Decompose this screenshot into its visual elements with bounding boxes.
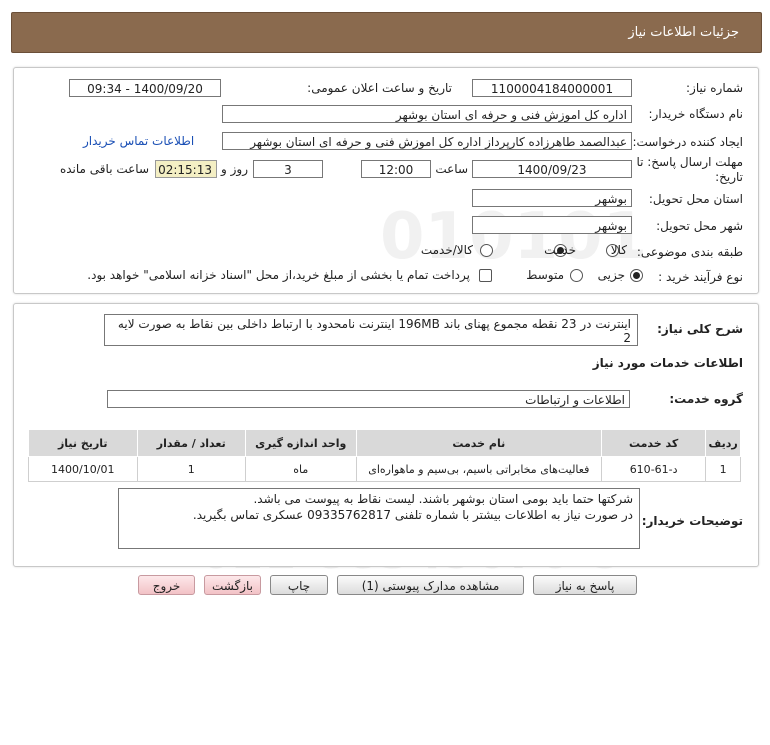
need-number-label: شماره نیاز: <box>686 81 743 95</box>
treasury-payment-checkbox[interactable] <box>479 269 492 282</box>
deadline-time-field: 12:00 <box>361 160 431 178</box>
reply-button[interactable]: پاسخ به نیاز <box>533 575 637 595</box>
row-unit: ماه <box>245 456 357 482</box>
remaining-time-label: ساعت باقی مانده <box>59 162 149 176</box>
general-desc-field: اینترنت در 23 نقطه مجموع پهنای باند 196M… <box>104 314 638 346</box>
creator-label: ایجاد کننده درخواست: <box>632 135 743 149</box>
buyer-label: نام دستگاه خریدار: <box>648 107 744 121</box>
buyer-field: اداره کل اموزش فنی و حرفه ای استان بوشهر <box>222 105 632 123</box>
table-row: 1 د-61-610 فعالیت‌های مخابراتی باسیم، بی… <box>28 456 741 482</box>
back-button[interactable]: بازگشت <box>204 575 261 595</box>
service-group-label: گروه خدمت: <box>669 392 743 406</box>
services-table: ردیف کد خدمت نام خدمت واحد اندازه گیری ت… <box>28 429 741 482</box>
buyer-notes-line-2: در صورت نیاز به اطلاعات بیشتر با شماره ت… <box>192 508 633 522</box>
general-desc-label: شرح کلی نیاز: <box>657 322 743 336</box>
need-info-panel <box>13 67 759 294</box>
print-button[interactable]: چاپ <box>270 575 328 595</box>
creator-field: عبدالصمد طاهرزاده کارپرداز اداره کل اموز… <box>222 132 632 150</box>
days-remaining-field: 3 <box>253 160 323 178</box>
row-service-code: د-61-610 <box>600 456 707 482</box>
col-row-header: ردیف <box>705 429 741 457</box>
category-both-radio[interactable] <box>480 244 493 257</box>
deadline-date-field: 1400/09/23 <box>472 160 632 178</box>
deadline-label: مهلت ارسال پاسخ: تا <box>636 155 743 169</box>
category-both-label: کالا/خدمت <box>420 243 473 257</box>
process-minor-label: جزیی <box>597 268 625 282</box>
page-title: جزئیات اطلاعات نیاز <box>628 25 739 40</box>
days-label: روز و <box>221 162 248 176</box>
col-qty-header: تعداد / مقدار <box>136 429 247 457</box>
col-date-header: تاریخ نیاز <box>28 429 138 457</box>
row-quantity: 1 <box>136 456 247 482</box>
deadline-time-label: ساعت <box>435 162 468 176</box>
announce-date-field: 1400/09/20 - 09:34 <box>69 79 221 97</box>
deadline-date-label: تاریخ: <box>715 170 743 184</box>
category-goods-label: کالا <box>610 243 627 257</box>
remaining-time-field: 02:15:13 <box>155 160 217 178</box>
treasury-payment-note: پرداخت تمام یا بخشی از مبلغ خرید،از محل … <box>87 268 470 282</box>
table-header-row: ردیف کد خدمت نام خدمت واحد اندازه گیری ت… <box>28 429 741 457</box>
need-number-field: 1100004184000001 <box>472 79 632 97</box>
col-unit-header: واحد اندازه گیری <box>245 429 357 457</box>
process-medium-label: متوسط <box>526 268 564 282</box>
page-header: جزئیات اطلاعات نیاز <box>11 12 762 53</box>
province-field: بوشهر <box>472 189 632 207</box>
attachments-button[interactable]: مشاهده مدارک پیوستی (1) <box>337 575 524 595</box>
category-label: طبقه بندی موضوعی: <box>636 245 743 259</box>
buyer-contact-link[interactable]: اطلاعات تماس خریدار <box>83 134 194 148</box>
col-name-header: نام خدمت <box>355 429 602 457</box>
process-minor-radio[interactable] <box>630 269 643 282</box>
buyer-notes-field: شرکتها حتما باید بومی استان بوشهر باشند.… <box>118 488 640 549</box>
exit-button[interactable]: خروج <box>138 575 195 595</box>
city-label: شهر محل تحویل: <box>656 219 743 233</box>
province-label: استان محل تحویل: <box>648 192 743 206</box>
buyer-notes-label: توضیحات خریدار: <box>641 514 743 528</box>
category-service-label: خدمت <box>544 243 576 257</box>
row-service-name: فعالیت‌های مخابراتی باسیم، بی‌سیم و ماهو… <box>355 456 602 482</box>
announce-label: تاریخ و ساعت اعلان عمومی: <box>307 81 452 95</box>
row-need-date: 1400/10/01 <box>28 456 138 482</box>
row-index: 1 <box>705 456 741 482</box>
buyer-notes-line-1: شرکتها حتما باید بومی استان بوشهر باشند.… <box>253 492 633 506</box>
service-group-field: اطلاعات و ارتباطات <box>107 390 630 408</box>
services-section-title: اطلاعات خدمات مورد نیاز <box>592 356 743 370</box>
col-code-header: کد خدمت <box>600 429 707 457</box>
process-medium-radio[interactable] <box>570 269 583 282</box>
process-label: نوع فرآیند خرید : <box>658 270 743 284</box>
city-field: بوشهر <box>472 216 632 234</box>
